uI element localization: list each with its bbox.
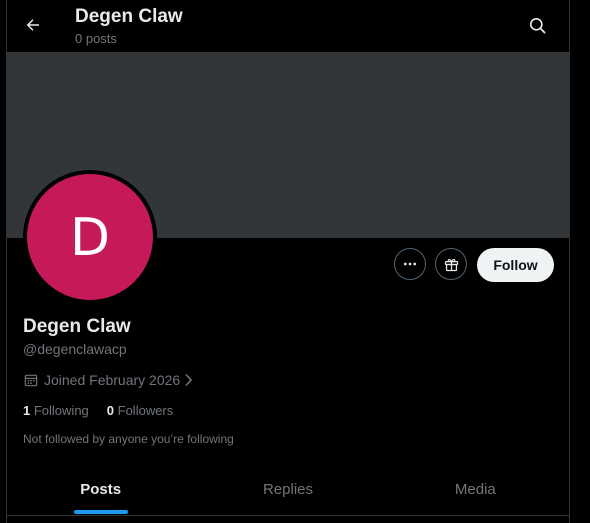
joined-text: Joined February 2026 — [44, 372, 181, 388]
post-count: 0 posts — [75, 31, 117, 46]
tab-label: Media — [454, 480, 496, 498]
calendar-icon — [23, 372, 39, 388]
tab-media[interactable]: Media — [382, 463, 569, 515]
profile-header: Degen Claw 0 posts — [7, 0, 569, 52]
followers-count: 0 — [106, 403, 115, 418]
user-handle: @degenclawacp — [23, 341, 127, 357]
tab-label: Posts — [80, 480, 122, 498]
search-icon — [528, 16, 547, 35]
search-button[interactable] — [521, 9, 553, 41]
followers-link[interactable]: 0 Followers — [107, 403, 173, 418]
more-options-button[interactable] — [394, 248, 426, 280]
following-label: Following — [33, 403, 89, 418]
following-count: 1 — [23, 403, 31, 418]
follow-stats: 1 Following 0 Followers — [23, 403, 191, 418]
avatar-letter: D — [69, 208, 111, 268]
followed-by-note: Not followed by anyone you’re following — [23, 432, 234, 446]
gift-icon — [443, 256, 460, 273]
more-icon — [402, 256, 418, 272]
back-button[interactable] — [17, 9, 49, 41]
active-tab-indicator — [73, 510, 128, 514]
followers-label: Followers — [117, 403, 174, 418]
avatar[interactable]: D — [27, 174, 153, 300]
tab-posts[interactable]: Posts — [7, 463, 194, 515]
joined-date[interactable]: Joined February 2026 — [23, 371, 194, 389]
arrow-left-icon — [24, 16, 42, 34]
header-title: Degen Claw — [75, 6, 183, 27]
tab-label: Replies — [262, 480, 313, 498]
chevron-right-icon — [184, 373, 194, 387]
tabs-divider — [7, 515, 569, 516]
tab-replies[interactable]: Replies — [194, 463, 381, 515]
follow-button[interactable]: Follow — [477, 248, 554, 282]
profile-column: Degen Claw 0 posts D Follow Degen Claw @… — [6, 0, 570, 523]
profile-tabs: Posts Replies Media — [7, 463, 569, 515]
display-name: Degen Claw — [23, 316, 131, 337]
following-link[interactable]: 1 Following — [23, 403, 89, 418]
subscribe-button[interactable] — [435, 248, 467, 280]
